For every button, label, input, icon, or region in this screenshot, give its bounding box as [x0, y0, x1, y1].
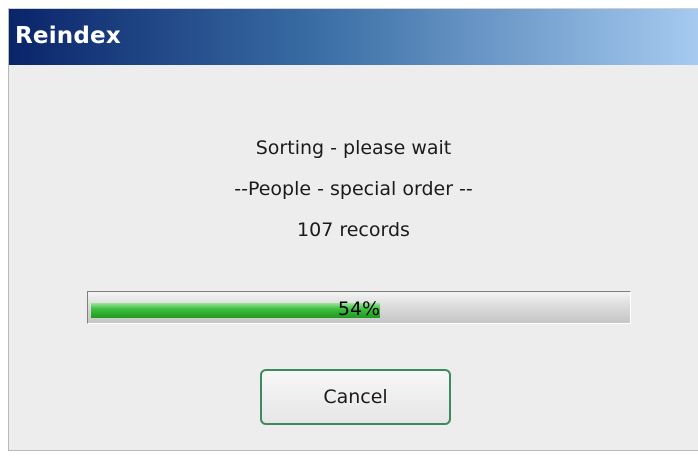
title-bar[interactable]: Reindex: [9, 9, 698, 65]
progress-percent-label: 54%: [337, 298, 381, 320]
window-title: Reindex: [15, 23, 121, 49]
reindex-dialog: Reindex Sorting - please wait --People -…: [8, 8, 698, 451]
progress-bar: 54%: [87, 291, 631, 324]
table-name-label: --People - special order --: [234, 178, 473, 200]
cancel-button[interactable]: Cancel: [260, 369, 451, 425]
status-message: Sorting - please wait: [255, 137, 452, 159]
record-count-label: 107 records: [297, 219, 410, 241]
